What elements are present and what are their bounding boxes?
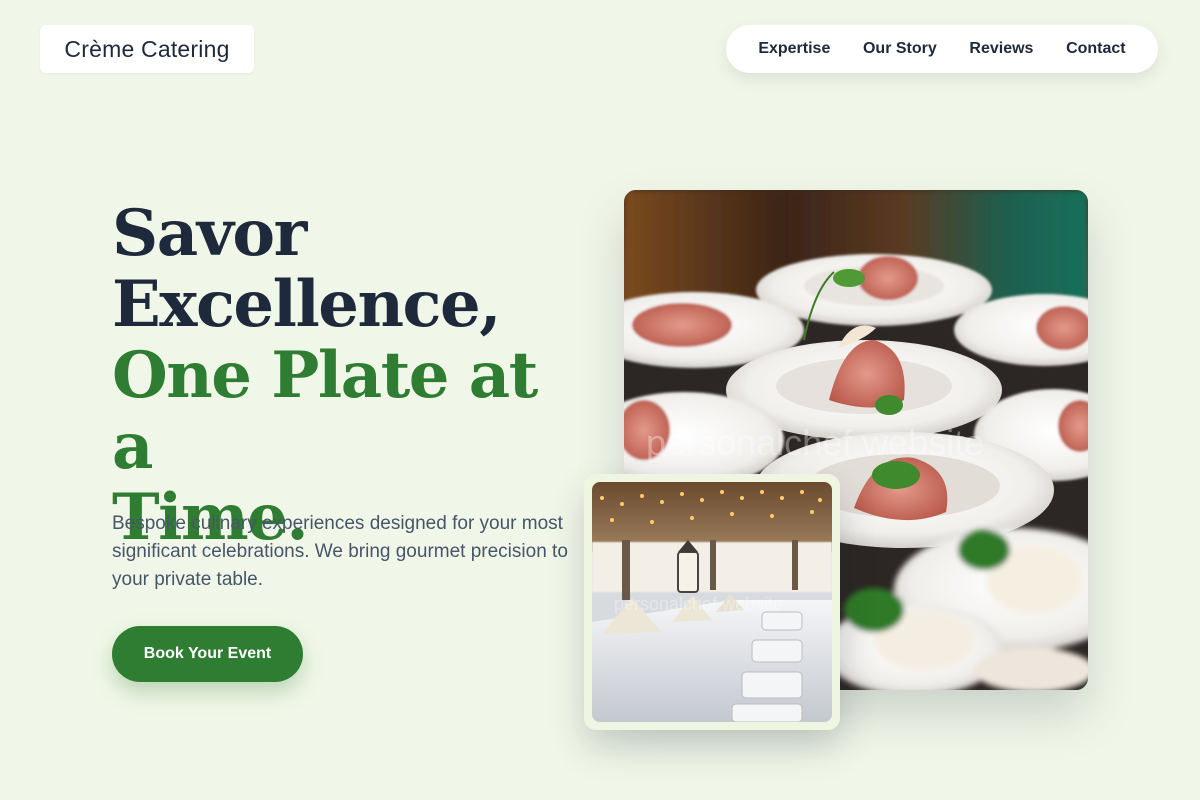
venue-banquet-photo: personalchef website — [592, 482, 832, 722]
main-nav: Expertise Our Story Reviews Contact — [726, 25, 1158, 73]
venue-photo-frame: personalchef website — [584, 474, 840, 730]
venue-banquet-illustration — [592, 482, 832, 722]
book-event-button[interactable]: Book Your Event — [112, 626, 303, 682]
nav-link-reviews[interactable]: Reviews — [969, 40, 1033, 58]
headline-line-3: One Plate at a — [112, 338, 538, 484]
nav-link-our-story[interactable]: Our Story — [863, 40, 937, 58]
nav-link-expertise[interactable]: Expertise — [758, 40, 830, 58]
nav-link-contact[interactable]: Contact — [1066, 40, 1126, 58]
headline-line-2: Excellence, — [112, 267, 501, 342]
headline-line-1: Savor — [112, 196, 307, 271]
hero-subtitle: Bespoke culinary experiences designed fo… — [112, 513, 568, 590]
brand-logo[interactable]: Crème Catering — [40, 25, 254, 73]
hero-headline: Savor Excellence, One Plate at a Time. — [112, 198, 592, 553]
